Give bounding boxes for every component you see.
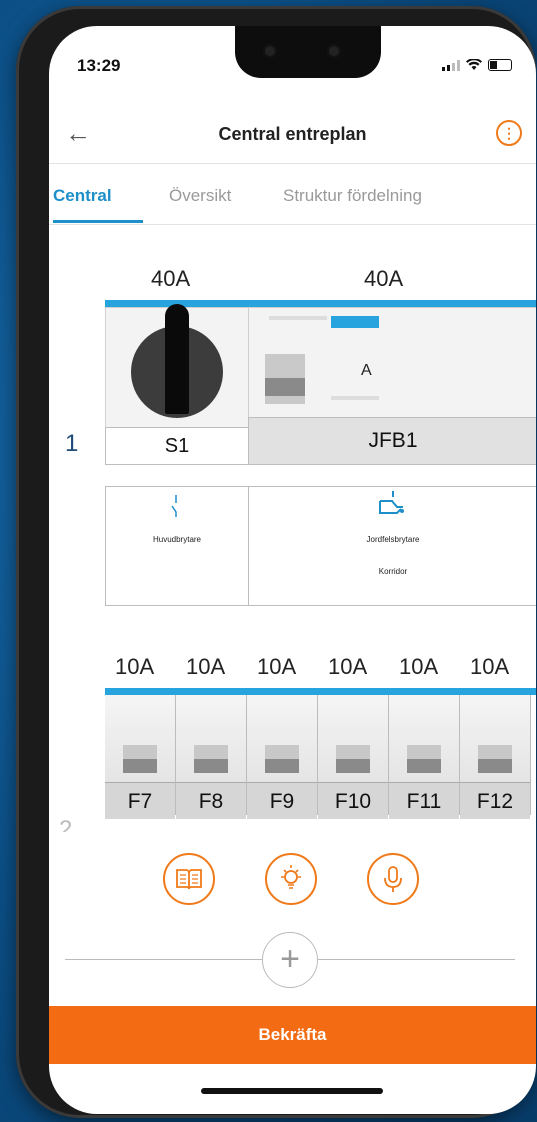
- home-indicator: [201, 1088, 383, 1094]
- knob-handle: [165, 304, 189, 414]
- rcd-device[interactable]: A: [248, 307, 536, 429]
- battery-icon: [488, 59, 512, 71]
- rcd-location: Korridor: [378, 567, 408, 576]
- rcd-toggle: [265, 354, 305, 404]
- switch-symbol-icon: [171, 495, 177, 517]
- tab-struktur-fordelning[interactable]: Struktur fördelning: [283, 186, 422, 206]
- breaker-rating-f7: 10A: [115, 654, 155, 679]
- notch: [235, 26, 381, 78]
- breaker-rating-f12: 10A: [470, 654, 510, 679]
- sensor-icon: [327, 44, 341, 58]
- microphone-icon[interactable]: [367, 853, 419, 905]
- row-number-2: 2: [59, 816, 73, 832]
- tab-oversikt[interactable]: Översikt: [169, 186, 231, 206]
- breaker-rating-f11: 10A: [399, 654, 439, 679]
- rcd-symbol-icon: [379, 491, 404, 514]
- breaker-row-2: F7 F8 F9 F10 F11 F12: [105, 695, 536, 832]
- confirm-button[interactable]: Bekräfta: [49, 1006, 536, 1064]
- breaker-f9[interactable]: F9: [247, 695, 318, 819]
- breaker-f10[interactable]: F10: [318, 695, 389, 819]
- main-switch-rating: 40A: [151, 266, 191, 291]
- breaker-f12[interactable]: F12: [460, 695, 531, 819]
- row-number-1: 1: [65, 430, 79, 457]
- breaker-rating-f8: 10A: [186, 654, 226, 679]
- rcd-description-card[interactable]: Jordfelsbrytare Korridor: [248, 486, 536, 606]
- tab-central[interactable]: Central: [53, 186, 112, 206]
- breaker-label-f11: F11: [389, 782, 459, 819]
- wifi-icon: [466, 59, 482, 70]
- main-switch-description: Huvudbrytare: [152, 535, 202, 544]
- rcd-label: JFB1: [248, 417, 536, 465]
- status-icons: [442, 59, 512, 71]
- breaker-label-f8: F8: [176, 782, 246, 819]
- breaker-label-f10: F10: [318, 782, 388, 819]
- app-header: ← Central entreplan ⋮: [49, 112, 536, 158]
- rcd-description: Jordfelsbrytare: [366, 535, 420, 544]
- rcd-indicator-line-2: [331, 396, 379, 400]
- breaker-f11[interactable]: F11: [389, 695, 460, 819]
- row-number-2-clip: 2: [59, 812, 89, 832]
- camera-icon: [263, 44, 277, 58]
- breaker-f8[interactable]: F8: [176, 695, 247, 819]
- page-title: Central entreplan: [218, 124, 367, 144]
- active-tab-indicator: [53, 220, 143, 223]
- rcd-test-letter: A: [361, 362, 372, 379]
- breaker-rating-f9: 10A: [257, 654, 297, 679]
- plus-icon[interactable]: +: [262, 932, 318, 988]
- rcd-blue-indicator: [331, 316, 379, 328]
- rcd-indicator-line: [269, 316, 327, 320]
- breaker-label-f12: F12: [460, 782, 530, 819]
- status-time: 13:29: [77, 56, 121, 75]
- rcd-rating: 40A: [364, 266, 404, 291]
- breaker-rating-f10: 10A: [328, 654, 368, 679]
- more-options-icon[interactable]: ⋮: [496, 120, 522, 146]
- main-switch-description-card[interactable]: Huvudbrytare: [105, 486, 249, 606]
- main-switch-label: S1: [105, 427, 249, 465]
- main-switch-device[interactable]: [105, 304, 249, 429]
- breaker-label-f7: F7: [105, 782, 175, 819]
- app-screen: 13:29 ← Central entreplan ⋮ Central Över…: [49, 26, 536, 1114]
- lightbulb-icon[interactable]: [265, 853, 317, 905]
- header-divider: [49, 163, 536, 164]
- tabs-divider: [49, 224, 536, 225]
- signal-icon: [442, 59, 460, 71]
- breaker-f7[interactable]: F7: [105, 695, 176, 819]
- din-rail-row-2: [105, 688, 536, 695]
- breaker-label-f9: F9: [247, 782, 317, 819]
- book-icon[interactable]: [163, 853, 215, 905]
- phone-frame: 13:29 ← Central entreplan ⋮ Central Över…: [16, 6, 536, 1118]
